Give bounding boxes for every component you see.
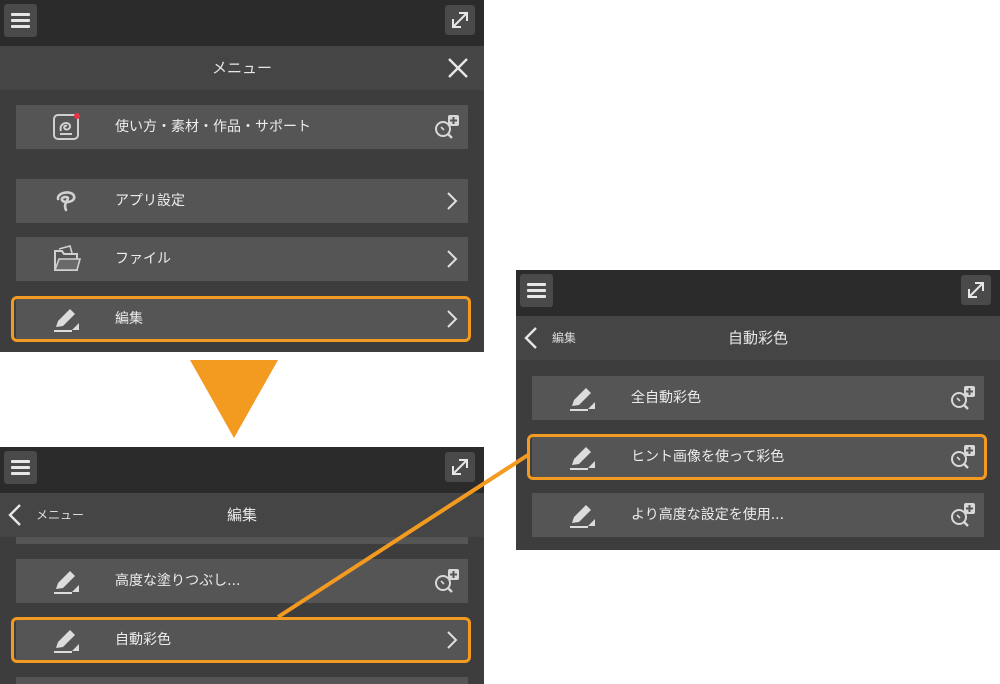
zoom-plus-icon[interactable]: [948, 502, 976, 530]
zoom-plus-icon[interactable]: [948, 444, 976, 472]
next-item-edge: [16, 677, 468, 684]
chevron-right-icon: [447, 310, 458, 328]
pencil-icon: [54, 630, 79, 653]
menu-title: 自動彩色: [727, 329, 788, 347]
menu-title: メニュー: [211, 59, 272, 77]
menu-item-label: ヒント画像を使って彩色: [631, 449, 785, 465]
hamburger-menu-button[interactable]: [4, 4, 37, 37]
arrow-down-icon: [190, 360, 278, 438]
toolbar: [0, 447, 484, 493]
expand-button[interactable]: [961, 275, 991, 305]
chevron-right-icon: [447, 192, 458, 210]
menu-item-edit[interactable]: 編集: [16, 297, 468, 341]
expand-icon: [968, 282, 984, 298]
menu-item-label: 編集: [115, 311, 143, 327]
menu-item-advanced-fill[interactable]: 高度な塗りつぶし...: [16, 559, 468, 603]
expand-icon: [452, 459, 468, 475]
folder-icon: [53, 245, 82, 271]
menu-item-file[interactable]: ファイル: [16, 237, 468, 281]
zoom-plus-icon[interactable]: [948, 385, 976, 413]
menu-header: メニュー 編集: [0, 493, 484, 537]
expand-button[interactable]: [445, 452, 475, 482]
zoom-plus-icon[interactable]: [432, 114, 460, 142]
pencil-icon: [570, 388, 595, 411]
menu-item-label: より高度な設定を使用...: [631, 507, 785, 523]
app-support-icon: [53, 113, 80, 140]
zoom-plus-icon[interactable]: [432, 568, 460, 596]
menu-item-label: ファイル: [115, 251, 171, 267]
menu-item-advanced-settings[interactable]: より高度な設定を使用...: [532, 493, 984, 537]
menu-item-full-auto-color[interactable]: 全自動彩色: [532, 376, 984, 420]
previous-item-edge: [16, 537, 468, 544]
toolbar: [0, 0, 484, 46]
menu-item-hint-image-color[interactable]: ヒント画像を使って彩色: [532, 435, 984, 479]
menu-header: 編集 自動彩色: [516, 316, 1000, 360]
menu-item-auto-color[interactable]: 自動彩色: [16, 618, 468, 662]
menu-item-label: 使い方・素材・作品・サポート: [115, 119, 311, 135]
auto-color-panel: 編集 自動彩色 全自動彩色 ヒント画像を使って彩色 より高度な設定を使用...: [516, 270, 1000, 550]
menu-item-label: アプリ設定: [115, 193, 185, 209]
expand-button[interactable]: [445, 5, 475, 35]
pencil-icon: [570, 447, 595, 470]
edit-panel: メニュー 編集 高度な塗りつぶし... 自動彩色: [0, 447, 484, 684]
pencil-icon: [54, 309, 79, 332]
menu-item-support[interactable]: 使い方・素材・作品・サポート: [16, 105, 468, 149]
chevron-right-icon: [447, 250, 458, 268]
menu-title: 編集: [226, 506, 257, 524]
hamburger-menu-button[interactable]: [4, 451, 37, 484]
pencil-icon: [54, 571, 79, 594]
hamburger-menu-button[interactable]: [520, 274, 553, 307]
menu-panel: メニュー 使い方・素材・作品・サポート アプリ設定 ファイル 編集: [0, 0, 484, 352]
menu-item-label: 全自動彩色: [631, 390, 701, 406]
expand-icon: [452, 12, 468, 28]
menu-header: メニュー: [0, 46, 484, 90]
chevron-right-icon: [447, 631, 458, 649]
close-icon[interactable]: [446, 56, 470, 80]
menu-item-app-settings[interactable]: アプリ設定: [16, 179, 468, 223]
menu-item-label: 高度な塗りつぶし...: [115, 573, 241, 589]
toolbar: [516, 270, 1000, 316]
pencil-icon: [570, 505, 595, 528]
menu-item-label: 自動彩色: [115, 632, 171, 648]
clip-logo-icon: [56, 191, 76, 212]
